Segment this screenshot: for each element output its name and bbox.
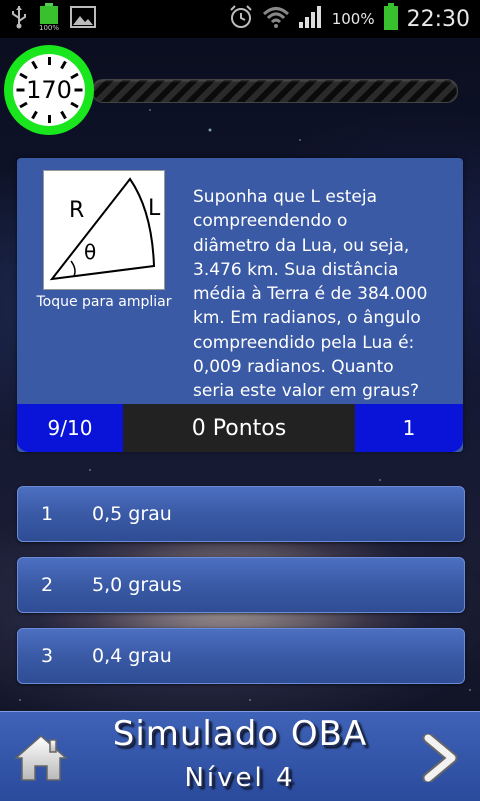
diagram-label-l: L [148, 196, 161, 221]
answer-option-3[interactable]: 3 0,4 grau [17, 628, 465, 684]
alarm-icon [228, 4, 254, 34]
answer-label: 5,0 graus [92, 574, 182, 596]
timer-tick [60, 60, 67, 70]
timer-tick [16, 88, 24, 92]
diagram-label-r: R [69, 198, 84, 223]
answer-number: 2 [40, 574, 54, 596]
status-bar: 100% 100% 22:30 [0, 0, 480, 38]
timer-tick [47, 115, 51, 123]
image-icon [70, 6, 96, 32]
timer-face: 170 [13, 54, 85, 126]
countdown-timer: 170 [4, 45, 94, 135]
score-badge: 1 [355, 404, 463, 452]
diagram-label-theta: θ [84, 240, 96, 264]
answer-number: 3 [40, 645, 54, 667]
clock: 22:30 [406, 6, 470, 32]
answer-option-2[interactable]: 2 5,0 graus [17, 557, 465, 613]
chevron-right-icon [422, 732, 458, 784]
battery-percent: 100% [331, 10, 375, 28]
question-text: Suponha que L esteja compreendendo o diâ… [193, 187, 428, 402]
question-footer: 9/10 0 Pontos 1 [17, 404, 463, 452]
next-button[interactable] [420, 732, 460, 784]
angle-diagram: R L θ [49, 177, 161, 281]
svg-text:100%: 100% [39, 24, 59, 31]
image-caption: Toque para ampliar [36, 294, 172, 310]
battery-small-icon: 100% [38, 3, 60, 35]
points-display: 0 Pontos [123, 404, 355, 452]
answer-label: 0,4 grau [92, 645, 172, 667]
timer-tick [74, 88, 82, 92]
timer-tick [31, 110, 38, 120]
answer-label: 0,5 grau [92, 503, 172, 525]
usb-icon [10, 5, 28, 33]
time-progress-bar [92, 79, 458, 103]
app-title: Simulado OBA [112, 714, 368, 754]
wifi-icon [262, 5, 290, 33]
timer-tick [60, 110, 67, 120]
bottom-bar: Simulado OBA Nível 4 [0, 711, 480, 801]
question-image[interactable]: R L θ [43, 170, 165, 290]
signal-icon [298, 5, 324, 33]
timer-value: 170 [26, 76, 72, 104]
question-panel: R L θ Toque para ampliar Suponha que L e… [17, 158, 463, 452]
timer-tick [31, 60, 38, 70]
answer-option-1[interactable]: 1 0,5 grau [17, 486, 465, 542]
question-counter: 9/10 [17, 404, 123, 452]
timer-tick [47, 57, 51, 65]
answer-number: 1 [40, 503, 54, 525]
level-subtitle: Nível 4 [184, 763, 296, 793]
battery-icon [383, 3, 399, 35]
